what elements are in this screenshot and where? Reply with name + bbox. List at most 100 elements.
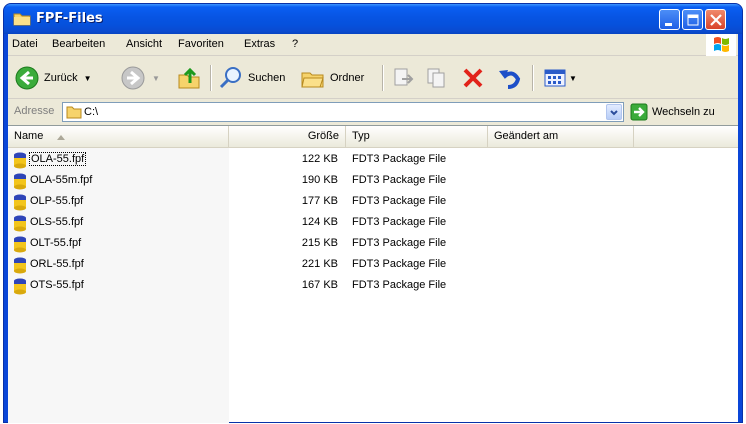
window-title: FPF-Files: [36, 11, 103, 26]
copy-to-button[interactable]: [424, 64, 450, 92]
file-size: 177 KB: [301, 195, 338, 207]
file-name: OLS-55.fpf: [30, 216, 84, 228]
file-list[interactable]: Name Größe Typ Geändert am OLA-55.fpf 122…: [8, 125, 738, 423]
file-row[interactable]: ORL-55.fpf 221 KB FDT3 Package File: [8, 255, 738, 275]
search-icon: [219, 67, 241, 89]
toolbar: Zurück ▼ ▼ Suchen Ordner ▼: [8, 57, 738, 99]
go-label: Wechseln zu: [652, 106, 715, 118]
folders-icon: [301, 72, 324, 88]
column-header-size[interactable]: Größe: [229, 126, 346, 147]
chevron-down-icon: [610, 110, 618, 116]
chevron-down-icon[interactable]: ▼: [152, 74, 160, 83]
file-type: FDT3 Package File: [352, 279, 447, 291]
file-size: 190 KB: [301, 174, 338, 186]
go-arrow-icon: [630, 103, 648, 121]
file-row[interactable]: OLA-55.fpf 122 KB FDT3 Package File: [8, 150, 738, 170]
search-button[interactable]: Suchen: [218, 64, 285, 92]
file-name: ORL-55.fpf: [30, 258, 84, 270]
back-button[interactable]: Zurück ▼: [14, 64, 92, 92]
chevron-down-icon[interactable]: ▼: [569, 74, 577, 83]
toolbar-separator: [382, 65, 383, 91]
windows-logo: [706, 34, 736, 56]
file-row[interactable]: OLT-55.fpf 215 KB FDT3 Package File: [8, 234, 738, 254]
file-row[interactable]: OTS-55.fpf 167 KB FDT3 Package File: [8, 276, 738, 296]
folders-button[interactable]: Ordner: [300, 64, 364, 92]
file-name: OLP-55.fpf: [30, 195, 84, 207]
file-row[interactable]: OLA-55m.fpf 190 KB FDT3 Package File: [8, 171, 738, 191]
file-size: 221 KB: [301, 258, 338, 270]
menu-favoriten[interactable]: Favoriten: [178, 38, 224, 50]
column-type-label: Typ: [352, 130, 370, 142]
file-type: FDT3 Package File: [352, 258, 447, 270]
file-type: FDT3 Package File: [352, 153, 447, 165]
file-name: OTS-55.fpf: [30, 279, 84, 291]
menu-bar: Datei Bearbeiten Ansicht Favoriten Extra…: [8, 34, 738, 56]
column-size-label: Größe: [307, 130, 339, 142]
package-file-icon: [12, 193, 28, 214]
package-file-icon: [12, 172, 28, 193]
file-type: FDT3 Package File: [352, 237, 447, 249]
package-file-icon: [12, 277, 28, 298]
column-header-type[interactable]: Typ: [346, 126, 488, 147]
forward-arrow-icon: [121, 66, 145, 90]
menu-bearbeiten[interactable]: Bearbeiten: [52, 38, 105, 50]
back-arrow-icon: [15, 66, 39, 90]
column-name-label: Name: [14, 130, 44, 142]
undo-button[interactable]: [496, 64, 522, 92]
title-bar[interactable]: FPF-Files: [4, 4, 742, 34]
file-size: 215 KB: [301, 237, 338, 249]
window-body: Datei Bearbeiten Ansicht Favoriten Extra…: [8, 34, 738, 423]
address-dropdown-button[interactable]: [606, 104, 622, 120]
up-folder-button[interactable]: [176, 64, 202, 92]
sort-ascending-icon: [57, 135, 65, 140]
views-icon: [544, 69, 566, 87]
move-to-button[interactable]: [390, 64, 416, 92]
address-value: C:\: [84, 106, 99, 118]
explorer-window: FPF-Files Datei Bearbeiten Ansicht Favor…: [4, 4, 742, 423]
minimize-button[interactable]: [659, 9, 680, 30]
file-row[interactable]: OLP-55.fpf 177 KB FDT3 Package File: [8, 192, 738, 212]
file-name: OLA-55.fpf: [28, 152, 87, 166]
delete-button[interactable]: [460, 64, 486, 92]
file-name: OLA-55m.fpf: [30, 174, 93, 186]
file-size: 124 KB: [301, 216, 338, 228]
column-header-modified[interactable]: Geändert am: [488, 126, 634, 147]
package-file-icon: [12, 256, 28, 277]
delete-icon: [463, 68, 483, 88]
file-type: FDT3 Package File: [352, 174, 447, 186]
menu-help[interactable]: ?: [292, 38, 298, 50]
go-button[interactable]: Wechseln zu: [630, 103, 715, 121]
package-file-icon: [12, 235, 28, 256]
toolbar-separator: [210, 65, 211, 91]
maximize-icon: [687, 14, 699, 26]
package-file-icon: [12, 214, 28, 235]
undo-icon: [499, 70, 521, 89]
back-label: Zurück: [44, 72, 78, 84]
file-name: OLT-55.fpf: [30, 237, 82, 249]
folder-icon: [66, 106, 82, 119]
file-type: FDT3 Package File: [352, 195, 447, 207]
folders-label: Ordner: [330, 72, 365, 84]
move-to-icon: [394, 68, 414, 86]
views-button[interactable]: ▼: [542, 64, 577, 92]
windows-flag-icon: [714, 37, 729, 52]
forward-button[interactable]: ▼: [120, 64, 160, 92]
column-header-row: Name Größe Typ Geändert am: [8, 126, 738, 148]
menu-datei[interactable]: Datei: [12, 38, 38, 50]
close-button[interactable]: [705, 9, 726, 30]
file-size: 167 KB: [301, 279, 338, 291]
chevron-down-icon[interactable]: ▼: [84, 74, 92, 83]
menu-extras[interactable]: Extras: [244, 38, 275, 50]
address-label: Adresse: [14, 105, 55, 117]
column-modified-label: Geändert am: [494, 130, 559, 142]
address-bar: Adresse C:\ Wechseln zu: [8, 100, 738, 124]
file-row[interactable]: OLS-55.fpf 124 KB FDT3 Package File: [8, 213, 738, 233]
minimize-icon: [665, 23, 672, 26]
maximize-button[interactable]: [682, 9, 703, 30]
toolbar-separator: [532, 65, 533, 91]
file-size: 122 KB: [301, 153, 338, 165]
package-file-icon: [12, 151, 28, 172]
address-input[interactable]: C:\: [62, 102, 624, 122]
column-header-name[interactable]: Name: [8, 126, 229, 147]
menu-ansicht[interactable]: Ansicht: [126, 38, 162, 50]
